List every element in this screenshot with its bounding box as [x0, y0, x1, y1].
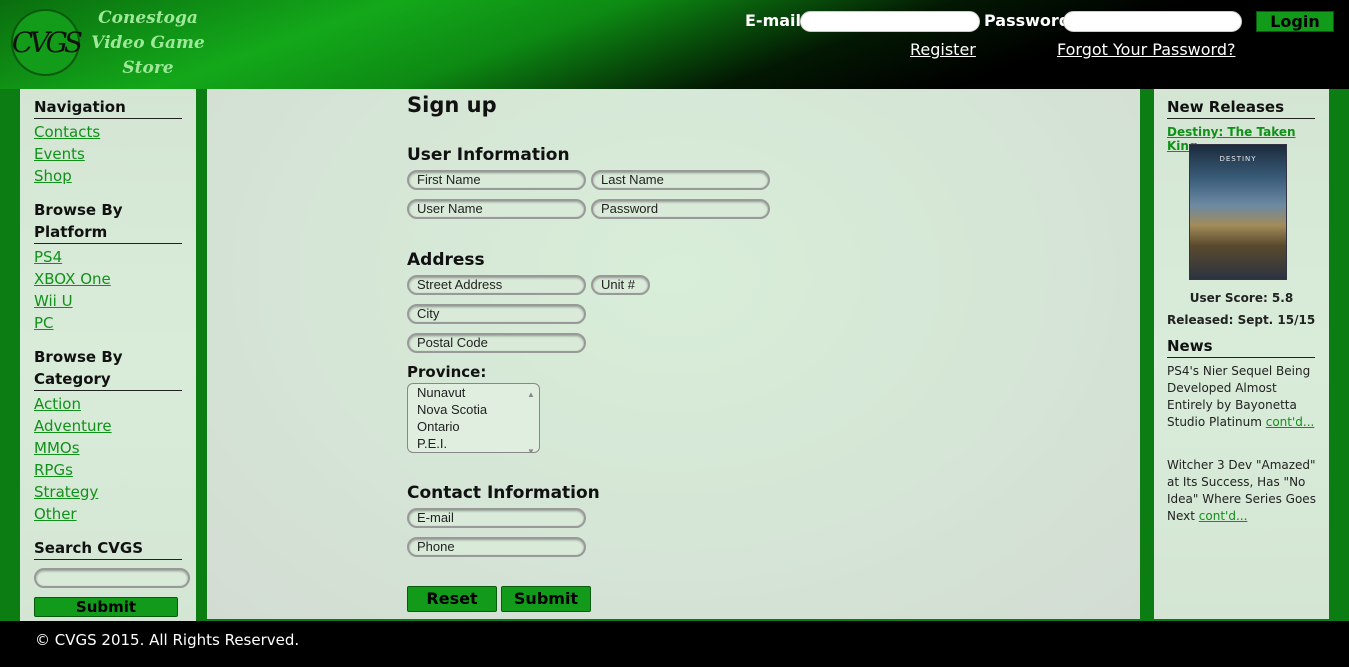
scroll-up-icon[interactable]: ▲ — [525, 386, 537, 403]
forgot-password-link[interactable]: Forgot Your Password? — [1057, 40, 1236, 59]
site-footer: © CVGS 2015. All Rights Reserved. — [0, 621, 1349, 667]
category-adventure-link[interactable]: Adventure — [34, 415, 182, 437]
login-password-input[interactable] — [1063, 11, 1242, 32]
address-heading: Address — [407, 250, 485, 270]
platform-pc-link[interactable]: PC — [34, 312, 182, 334]
navigation-heading: Navigation — [34, 96, 182, 119]
category-heading: Browse By Category — [34, 346, 182, 391]
province-option[interactable]: Ontario — [417, 418, 539, 435]
news-continue-link[interactable]: cont'd... — [1199, 509, 1248, 523]
news-heading: News — [1167, 335, 1315, 358]
store-name-line2: Video Game — [91, 33, 205, 53]
register-link[interactable]: Register — [910, 40, 976, 59]
store-name-line1: Conestoga — [98, 8, 198, 28]
postal-code-input[interactable]: Postal Code — [407, 333, 586, 353]
login-email-input[interactable] — [800, 11, 980, 32]
province-option[interactable]: P.E.I. — [417, 435, 539, 452]
category-strategy-link[interactable]: Strategy — [34, 481, 182, 503]
select-scrollbar[interactable]: ▲ ▼ — [525, 386, 537, 452]
copyright-text: © CVGS 2015. All Rights Reserved. — [35, 631, 300, 649]
store-name: Conestoga Video Game Store — [88, 6, 208, 81]
user-name-input[interactable]: User Name — [407, 199, 586, 219]
user-info-heading: User Information — [407, 145, 570, 165]
last-name-input[interactable]: Last Name — [591, 170, 770, 190]
nav-shop-link[interactable]: Shop — [34, 165, 182, 187]
logo-initials: CVGS — [11, 26, 83, 59]
right-sidebar: New Releases Destiny: The Taken King DES… — [1154, 89, 1329, 619]
left-sidebar: Navigation Contacts Events Shop Browse B… — [20, 89, 196, 621]
province-label: Province: — [407, 363, 487, 381]
password-input[interactable]: Password — [591, 199, 770, 219]
email-label: E-mail: — [745, 11, 808, 30]
email-input[interactable]: E-mail — [407, 508, 586, 528]
unit-input[interactable]: Unit # — [591, 275, 650, 295]
search-heading: Search CVGS — [34, 537, 182, 560]
cover-title: DESTINY — [1219, 155, 1257, 163]
sidebar-search-submit-button[interactable]: Submit — [34, 597, 178, 617]
province-option[interactable]: Nunavut — [417, 384, 539, 401]
category-heading-line2: Category — [34, 370, 111, 388]
province-option[interactable]: Nova Scotia — [417, 401, 539, 418]
province-select[interactable]: Nunavut Nova Scotia Ontario P.E.I. ▲ ▼ — [407, 383, 540, 453]
nav-events-link[interactable]: Events — [34, 143, 182, 165]
category-action-link[interactable]: Action — [34, 393, 182, 415]
news-continue-link[interactable]: cont'd... — [1266, 415, 1315, 429]
category-heading-line1: Browse By — [34, 348, 123, 366]
page-title: Sign up — [407, 93, 497, 117]
store-name-line3: Store — [122, 58, 174, 78]
platform-wiiu-link[interactable]: Wii U — [34, 290, 182, 312]
platform-heading: Browse By Platform — [34, 199, 182, 244]
news-item: Witcher 3 Dev "Amazed" at Its Success, H… — [1167, 457, 1317, 525]
category-other-link[interactable]: Other — [34, 503, 182, 525]
contact-info-heading: Contact Information — [407, 483, 600, 503]
news-item: PS4's Nier Sequel Being Developed Almost… — [1167, 363, 1317, 431]
platform-ps4-link[interactable]: PS4 — [34, 246, 182, 268]
street-address-input[interactable]: Street Address — [407, 275, 586, 295]
cvgs-logo-icon[interactable]: CVGS — [11, 9, 83, 76]
scroll-down-icon[interactable]: ▼ — [525, 443, 537, 452]
login-button[interactable]: Login — [1256, 11, 1334, 32]
user-score: User Score: 5.8 — [1189, 291, 1294, 305]
site-header: CVGS Conestoga Video Game Store E-mail: … — [0, 0, 1349, 89]
submit-button[interactable]: Submit — [501, 586, 591, 612]
signup-form-panel: Sign up User Information First Name Last… — [207, 89, 1140, 619]
platform-xbox-link[interactable]: XBOX One — [34, 268, 182, 290]
category-mmos-link[interactable]: MMOs — [34, 437, 182, 459]
new-releases-heading: New Releases — [1167, 96, 1315, 119]
game-cover-image[interactable]: DESTINY — [1189, 144, 1287, 280]
nav-contacts-link[interactable]: Contacts — [34, 121, 182, 143]
category-rpgs-link[interactable]: RPGs — [34, 459, 182, 481]
city-input[interactable]: City — [407, 304, 586, 324]
reset-button[interactable]: Reset — [407, 586, 497, 612]
sidebar-search-input[interactable] — [34, 568, 190, 588]
first-name-input[interactable]: First Name — [407, 170, 586, 190]
release-date: Released: Sept. 15/15 — [1167, 313, 1316, 327]
phone-input[interactable]: Phone — [407, 537, 586, 557]
